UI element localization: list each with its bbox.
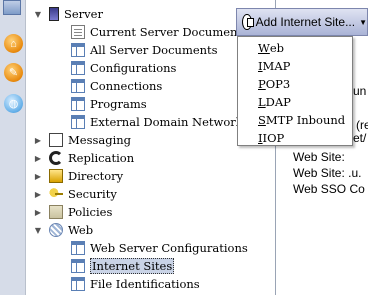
expand-icon[interactable]: ▶ xyxy=(33,171,43,181)
mnemonic: W xyxy=(258,41,270,55)
menu-label: DAP xyxy=(265,95,291,109)
tree-item-directory[interactable]: ▶ Directory xyxy=(33,167,123,185)
tree-item-label: Web xyxy=(68,223,94,237)
menu-item-imap[interactable]: I MAP xyxy=(238,57,352,75)
tree-item-web-server-configurations[interactable]: Web Server Configurations xyxy=(71,239,248,257)
tree-item-label: Connections xyxy=(90,79,163,93)
column-text: un xyxy=(353,84,367,98)
menu-label: MTP Inbound xyxy=(265,113,346,127)
tree-item-label: All Server Documents xyxy=(90,43,218,57)
tree-item-replication[interactable]: ▶ Replication xyxy=(33,149,134,167)
menu-label: IOP xyxy=(262,131,285,145)
tree-item-label: Server xyxy=(64,7,103,21)
server-icon xyxy=(49,7,59,21)
view-icon xyxy=(71,259,85,273)
add-site-dropdown-menu: Web I MAP P OP3 L DAP S MTP Inbound I IOP xyxy=(237,36,353,146)
tree-item-internet-sites[interactable]: Internet Sites xyxy=(71,257,175,275)
tree-item-web[interactable]: ▼ Web xyxy=(33,221,93,239)
replication-icon xyxy=(49,151,63,165)
tree-item-label: Current Server Document xyxy=(90,25,243,39)
tree-item-server[interactable]: ▼ Server xyxy=(33,5,103,23)
server-rail-icon[interactable] xyxy=(3,0,21,15)
mnemonic: P xyxy=(258,77,266,91)
web-site-row[interactable]: Web Site: xyxy=(293,150,345,164)
column-text: (re xyxy=(356,118,368,132)
admin-window: ⌂ ✎ ◍ ▼ Server Current Server Document A… xyxy=(0,0,368,295)
tree-item-external-domain[interactable]: External Domain Network In xyxy=(71,113,258,131)
messaging-icon xyxy=(49,133,63,147)
tree-item-configurations[interactable]: Configurations xyxy=(71,59,176,77)
expand-icon[interactable]: ▶ xyxy=(33,207,43,217)
tree-item-label: Directory xyxy=(68,169,124,183)
tree-item-security[interactable]: ▶ Security xyxy=(33,185,117,203)
tree-item-file-identifications[interactable]: File Identifications xyxy=(71,275,200,293)
tree-item-label: Web Server Configurations xyxy=(90,241,248,255)
policies-icon xyxy=(49,205,63,219)
view-icon xyxy=(71,61,85,75)
tree-item-label: Configurations xyxy=(90,61,177,75)
mnemonic: S xyxy=(258,113,266,127)
chat-icon[interactable]: ◍ xyxy=(4,94,23,113)
tree-item-label: Programs xyxy=(90,97,147,111)
tree-item-current-server-document[interactable]: Current Server Document xyxy=(71,23,242,41)
add-internet-site-button[interactable]: Add Internet Site... ▼ xyxy=(236,8,368,36)
menu-item-pop3[interactable]: P OP3 xyxy=(238,75,352,93)
mnemonic: L xyxy=(258,95,266,109)
web-sso-row[interactable]: Web SSO Co xyxy=(293,182,365,196)
web-site-row[interactable]: Web Site: .u. xyxy=(293,166,361,180)
menu-item-web[interactable]: Web xyxy=(238,39,352,57)
tree-item-connections[interactable]: Connections xyxy=(71,77,162,95)
key-icon xyxy=(49,187,63,201)
view-icon xyxy=(71,79,85,93)
tree-item-label: External Domain Network In xyxy=(90,115,259,129)
menu-label: OP3 xyxy=(265,77,291,91)
tree-item-label: File Identifications xyxy=(90,277,200,291)
expand-icon[interactable]: ▶ xyxy=(33,135,43,145)
tree-item-policies[interactable]: ▶ Policies xyxy=(33,203,112,221)
view-icon xyxy=(71,277,85,291)
expand-icon[interactable]: ▶ xyxy=(33,189,43,199)
tree-item-label: Policies xyxy=(68,205,113,219)
files-icon[interactable]: ✎ xyxy=(4,63,23,82)
collapse-icon[interactable]: ▼ xyxy=(33,225,43,235)
menu-label: eb xyxy=(269,41,284,55)
left-icon-rail: ⌂ ✎ ◍ xyxy=(0,0,26,295)
tree-item-label: Replication xyxy=(68,151,135,165)
menu-item-iiop[interactable]: I IOP xyxy=(238,129,352,147)
document-icon xyxy=(71,25,85,39)
menu-item-ldap[interactable]: L DAP xyxy=(238,93,352,111)
add-internet-site-label: Add Internet Site... xyxy=(255,15,356,29)
people-icon[interactable]: ⌂ xyxy=(4,34,23,53)
add-document-icon xyxy=(242,14,254,30)
tree-item-all-server-documents[interactable]: All Server Documents xyxy=(71,41,218,59)
expand-icon[interactable]: ▶ xyxy=(33,153,43,163)
view-icon xyxy=(71,241,85,255)
menu-label: MAP xyxy=(262,59,291,73)
view-icon xyxy=(71,97,85,111)
view-icon xyxy=(71,115,85,129)
view-icon xyxy=(71,43,85,57)
web-icon xyxy=(49,223,63,237)
column-text: et/ xyxy=(353,131,367,145)
directory-icon xyxy=(49,169,63,183)
tree-item-label: Messaging xyxy=(68,133,132,147)
menu-item-smtp-inbound[interactable]: S MTP Inbound xyxy=(238,111,352,129)
tree-item-label: Internet Sites xyxy=(90,258,175,274)
tree-item-messaging[interactable]: ▶ Messaging xyxy=(33,131,131,149)
collapse-icon[interactable]: ▼ xyxy=(33,9,43,19)
tree-item-label: Security xyxy=(68,187,117,201)
tree-item-programs[interactable]: Programs xyxy=(71,95,147,113)
dropdown-arrow-icon[interactable]: ▼ xyxy=(359,18,367,27)
